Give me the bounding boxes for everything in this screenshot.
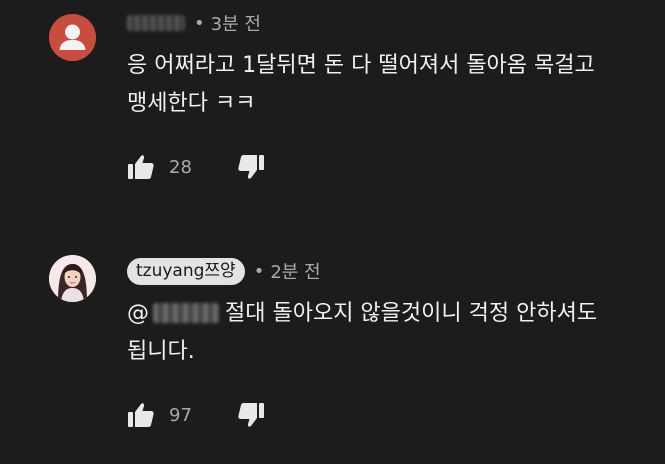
default-avatar-icon: [49, 14, 96, 61]
blurred-author-name[interactable]: [127, 15, 185, 31]
like-count: 97: [169, 404, 192, 426]
comment-text-line: 맹세한다 ㅋㅋ: [127, 91, 256, 116]
user-avatar[interactable]: [49, 14, 96, 61]
separator-dot: •: [194, 12, 205, 34]
comment-text: @ 절대 돌아오지 않을것이니 걱정 안하셔도 됩니다.: [127, 295, 647, 371]
separator-dot: •: [253, 260, 265, 282]
profile-photo-icon: [49, 255, 96, 302]
creator-avatar[interactable]: [49, 255, 96, 302]
comment-text-line: 응 어쩌라고 1달뒤면 돈 다 떨어져서 돌아옴 목걸고: [127, 53, 595, 78]
thumbs-up-icon[interactable]: [127, 153, 155, 181]
comment-text-line: 됩니다.: [127, 339, 195, 364]
thumbs-down-icon[interactable]: [237, 153, 265, 181]
mention-at[interactable]: @: [127, 301, 149, 326]
comment-time[interactable]: 3분 전: [211, 10, 261, 36]
thumbs-up-icon[interactable]: [127, 401, 155, 429]
comment-header: tzuyang쯔양 • 2분 전: [127, 256, 321, 286]
comment-text-line: 절대 돌아오지 않을것이니 걱정 안하셔도: [225, 301, 598, 326]
comment-time[interactable]: 2분 전: [270, 258, 320, 284]
thumbs-down-icon[interactable]: [237, 401, 265, 429]
comment-text: 응 어쩌라고 1달뒤면 돈 다 떨어져서 돌아옴 목걸고 맹세한다 ㅋㅋ: [127, 47, 647, 123]
blurred-mention-name[interactable]: [153, 303, 219, 323]
like-count: 28: [169, 156, 192, 178]
creator-author-badge[interactable]: tzuyang쯔양: [127, 257, 245, 285]
comment-actions: 28: [127, 150, 265, 184]
comment-actions: 97: [127, 398, 265, 432]
comment-header: • 3분 전: [127, 8, 261, 38]
